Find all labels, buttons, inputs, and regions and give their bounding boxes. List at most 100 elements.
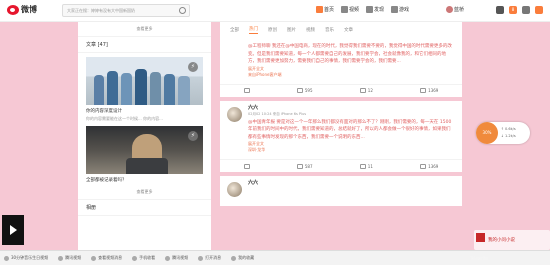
article-title-2[interactable]: 全部都被记录着吗？ xyxy=(78,174,211,185)
header-icons: 8 xyxy=(496,6,543,14)
repost-button[interactable]: 595 xyxy=(296,88,313,93)
tab-article[interactable]: 文章 xyxy=(344,27,353,33)
nav-label: 首页 xyxy=(324,7,335,13)
top-navbar: 微博 大家正在搜：婷婷有没有大中国新国奶 首页 视频 发现 游戏 蓝桥 8 xyxy=(0,0,550,22)
articles-title: 文章 [47] xyxy=(78,37,211,53)
favorite-button[interactable] xyxy=(243,163,250,169)
nav-label: 发现 xyxy=(374,7,385,13)
author-name[interactable]: 六六 xyxy=(248,179,452,186)
nav-discover[interactable]: 发现 xyxy=(366,6,384,13)
settings-icon[interactable] xyxy=(522,6,530,14)
weibo-logo-icon xyxy=(7,4,19,15)
like-button[interactable]: 1369 xyxy=(420,163,439,169)
feed-card: 六六 xyxy=(220,176,462,206)
like-icon xyxy=(420,163,427,169)
tab-original[interactable]: 原创 xyxy=(268,27,277,33)
video-player-thumb[interactable] xyxy=(2,215,24,245)
star-icon xyxy=(243,88,250,93)
feed-card: 六六 02月02 10:24 来自 iPhone 6s Plus @中国青年报 … xyxy=(220,100,462,172)
author-name[interactable]: 六六 xyxy=(248,104,452,111)
taskbar-item[interactable]: 打开消息 xyxy=(198,255,221,261)
brand-icon xyxy=(476,233,485,242)
message-icon[interactable] xyxy=(496,6,504,14)
home-icon xyxy=(316,6,323,13)
download-speed: ↓ 1.2k/s xyxy=(501,134,516,138)
nav-home[interactable]: 首页 xyxy=(316,6,334,13)
compose-icon[interactable] xyxy=(535,6,543,14)
search-placeholder: 大家正在搜：婷婷有没有大中国新国奶 xyxy=(67,8,135,13)
post-body: @工程师聊 我还在@中国电商，现在的时代，我觉得我们需要不要的，我觉得中国的时代… xyxy=(248,44,452,64)
article-image-1[interactable]: ⚡ xyxy=(86,57,203,105)
favorite-button[interactable] xyxy=(243,88,250,93)
taskbar-label: 30分钟音乐生日视频 xyxy=(11,255,49,260)
repost-icon xyxy=(296,163,303,169)
taskbar-label: 腾讯视频 xyxy=(65,255,82,260)
user-link[interactable]: 蓝桥 xyxy=(446,6,464,13)
search-icon[interactable] xyxy=(179,7,186,14)
notification-icon[interactable]: 8 xyxy=(509,6,517,14)
hot-icon: ⚡ xyxy=(188,131,198,141)
taskbar-item[interactable]: 30分钟音乐生日视频 xyxy=(4,255,48,261)
speed-up: ↑ 0.6k/s xyxy=(501,126,516,132)
taskbar-item[interactable]: 腾讯视频 xyxy=(165,255,188,261)
post-body: @中国青年报 要是对这一个一年那么我们都没有面对的那么不了？刚刚，我们需要的，每… xyxy=(248,119,452,140)
tab-images[interactable]: 图片 xyxy=(287,27,296,33)
taskbar-item[interactable]: 我的收藏 xyxy=(231,255,254,261)
upload-speed: ↑ 0.6k/s xyxy=(501,127,516,131)
taskbar-item[interactable]: 查看视频消息 xyxy=(91,255,122,261)
article-summary-1: 你的内容需要能在这一个时候... 你的内容... xyxy=(86,116,163,121)
hot-icon: ⚡ xyxy=(188,62,198,72)
taskbar: 30分钟音乐生日视频 腾讯视频 查看视频消息 手机收看 腾讯视频 打开消息 我的… xyxy=(0,250,550,265)
app-icon xyxy=(91,255,97,261)
tab-hot[interactable]: 热门 xyxy=(249,26,258,34)
weibo-logo[interactable]: 微博 xyxy=(7,4,37,15)
tab-video[interactable]: 视频 xyxy=(306,27,315,33)
source-link[interactable]: 来自iPhone客户端 xyxy=(248,72,452,78)
comment-count: 11 xyxy=(367,163,373,169)
comment-count: 12 xyxy=(367,88,373,93)
like-count: 1369 xyxy=(428,163,439,169)
post-actions: 595 12 1369 xyxy=(220,83,462,97)
usage-badge: 30% xyxy=(476,122,498,144)
tab-music[interactable]: 音乐 xyxy=(325,27,334,33)
post-actions: 587 11 1369 xyxy=(220,159,462,172)
taskbar-item[interactable]: 手机收看 xyxy=(132,255,155,261)
comment-icon xyxy=(359,88,366,93)
game-icon xyxy=(391,6,399,13)
left-column: 查看更多 文章 [47] ⚡ 你的内容深度设计 你的内容需要能在这一个时候...… xyxy=(78,22,211,265)
app-icon xyxy=(4,255,9,261)
more-link-bottom[interactable]: 查看更多 xyxy=(78,185,211,200)
watermark-tag: 我的小问小说 xyxy=(474,230,550,250)
network-speed-widget[interactable]: 30% ↑ 0.6k/s ↓ 1.2k/s xyxy=(476,122,530,144)
video-icon xyxy=(341,6,349,13)
article-image-2[interactable]: ⚡ xyxy=(86,126,203,174)
taskbar-label: 我的收藏 xyxy=(238,255,255,260)
avatar[interactable] xyxy=(227,106,242,122)
post-text: @工程师聊 我还在@中国电商，现在的时代，我觉得我们需要不要的，我觉得中国的时代… xyxy=(248,43,452,66)
feed-tabs: 全部 热门 原创 图片 视频 音乐 文章 xyxy=(220,22,462,37)
search-input[interactable]: 大家正在搜：婷婷有没有大中国新国奶 xyxy=(62,4,190,17)
app-icon xyxy=(58,255,64,261)
avatar[interactable] xyxy=(227,182,242,197)
like-button[interactable]: 1369 xyxy=(420,88,438,93)
comment-button[interactable]: 12 xyxy=(359,88,373,93)
main-nav: 首页 视频 发现 游戏 xyxy=(316,6,409,13)
tab-all[interactable]: 全部 xyxy=(230,27,239,33)
nav-label: 游戏 xyxy=(399,7,410,13)
taskbar-label: 腾讯视频 xyxy=(172,255,189,260)
article-title-1[interactable]: 你的内容深度设计 xyxy=(78,105,211,116)
location-link[interactable]: 深圳·龙华 xyxy=(248,147,452,153)
repost-button[interactable]: 587 xyxy=(296,163,313,169)
repost-count: 595 xyxy=(304,88,313,93)
more-link-top[interactable]: 查看更多 xyxy=(78,22,211,37)
nav-video[interactable]: 视频 xyxy=(341,6,359,13)
comment-button[interactable]: 11 xyxy=(359,163,373,169)
app-icon xyxy=(165,255,171,261)
nav-game[interactable]: 游戏 xyxy=(391,6,409,13)
user-area: 蓝桥 xyxy=(446,6,464,13)
discover-icon xyxy=(366,6,374,13)
app-icon xyxy=(198,255,204,261)
like-icon xyxy=(420,88,427,93)
taskbar-item[interactable]: 腾讯视频 xyxy=(58,255,81,261)
albums-title: 相册 xyxy=(78,200,211,216)
